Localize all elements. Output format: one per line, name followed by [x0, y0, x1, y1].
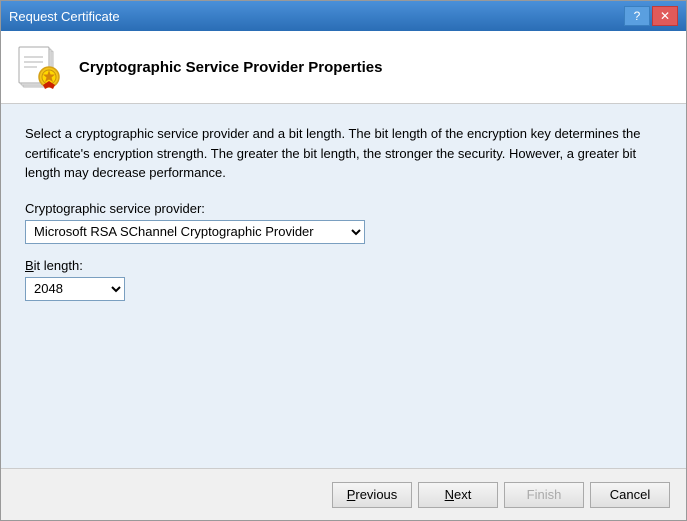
- previous-button[interactable]: Previous: [332, 482, 412, 508]
- next-button[interactable]: Next: [418, 482, 498, 508]
- title-bar: Request Certificate ? ✕: [1, 1, 686, 31]
- bit-length-wrapper: Bit length: 512 1024 2048 4096 8192 1638…: [25, 258, 662, 301]
- help-button[interactable]: ?: [624, 6, 650, 26]
- csp-dropdown-wrapper: Cryptographic service provider: Microsof…: [25, 201, 662, 244]
- bit-length-dropdown[interactable]: 512 1024 2048 4096 8192 16384: [25, 277, 125, 301]
- title-bar-buttons: ? ✕: [624, 6, 678, 26]
- content-area: Select a cryptographic service provider …: [1, 104, 686, 468]
- window-title: Request Certificate: [9, 9, 120, 24]
- page-title: Cryptographic Service Provider Propertie…: [79, 59, 382, 76]
- description-text: Select a cryptographic service provider …: [25, 124, 662, 183]
- cancel-button[interactable]: Cancel: [590, 482, 670, 508]
- certificate-icon: [17, 43, 65, 91]
- bit-length-label: Bit length:: [25, 258, 662, 273]
- finish-button[interactable]: Finish: [504, 482, 584, 508]
- request-certificate-window: Request Certificate ? ✕: [0, 0, 687, 521]
- header-area: Cryptographic Service Provider Propertie…: [1, 31, 686, 104]
- csp-dropdown[interactable]: Microsoft RSA SChannel Cryptographic Pro…: [25, 220, 365, 244]
- close-button[interactable]: ✕: [652, 6, 678, 26]
- footer-area: Previous Next Finish Cancel: [1, 468, 686, 520]
- csp-label: Cryptographic service provider:: [25, 201, 662, 216]
